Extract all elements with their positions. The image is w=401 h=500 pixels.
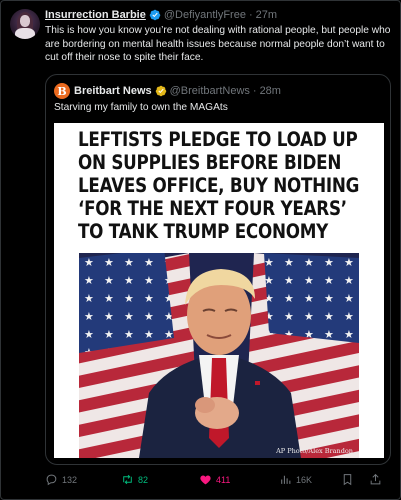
separator: · — [252, 85, 257, 97]
photo-illustration: ★ — [79, 253, 359, 458]
views-icon — [281, 475, 291, 484]
reply-icon — [46, 474, 57, 486]
quoted-text: Starving my family to own the MAGAts — [54, 102, 228, 113]
like-button[interactable]: 411 — [199, 473, 230, 486]
quoted-handle[interactable]: @BreitbartNews — [170, 85, 250, 97]
separator: · — [248, 9, 253, 21]
share-icon — [370, 473, 381, 485]
article-headline: LEFTISTS PLEDGE TO LOAD UP ON SUPPLIES B… — [78, 128, 360, 243]
reply-button[interactable]: 132 — [45, 473, 77, 486]
photo-credit: AP Photo/Alex Brandon — [276, 447, 353, 455]
author-avatar[interactable] — [10, 9, 40, 39]
quoted-header: B Breitbart News @BreitbartNews · 28m — [54, 83, 281, 99]
trump-photo: ★ — [79, 253, 359, 458]
quoted-author-name[interactable]: Breitbart News — [74, 85, 152, 97]
quoted-tweet[interactable]: B Breitbart News @BreitbartNews · 28m St… — [45, 74, 391, 465]
views-count: 16K — [296, 474, 313, 485]
views-button[interactable]: 16K — [279, 473, 312, 486]
author-handle[interactable]: @DefiyantlyFree — [164, 9, 246, 21]
tweet-header: Insurrection Barbie @DefiyantlyFree · 27… — [45, 9, 277, 21]
tweet-time[interactable]: 27m — [256, 9, 277, 21]
author-name[interactable]: Insurrection Barbie — [45, 9, 146, 21]
reply-count: 132 — [62, 474, 78, 485]
bookmark-icon — [343, 474, 352, 486]
like-count: 411 — [216, 474, 231, 485]
verified-badge-icon — [149, 9, 161, 21]
action-bar: 132 82 411 16K — [1, 473, 401, 491]
tweet-text: This is how you know you’re not dealing … — [45, 25, 391, 63]
repost-count: 82 — [138, 474, 149, 485]
article-image[interactable]: LEFTISTS PLEDGE TO LOAD UP ON SUPPLIES B… — [54, 123, 384, 458]
verified-badge-icon — [155, 85, 166, 97]
bookmark-button[interactable] — [341, 473, 354, 486]
heart-icon — [200, 475, 211, 485]
breitbart-logo-icon: B — [54, 83, 70, 99]
share-button[interactable] — [369, 473, 382, 486]
tweet-card[interactable]: Insurrection Barbie @DefiyantlyFree · 27… — [0, 0, 401, 500]
quoted-time[interactable]: 28m — [260, 85, 281, 97]
repost-button[interactable]: 82 — [121, 473, 148, 486]
repost-icon — [123, 474, 132, 485]
